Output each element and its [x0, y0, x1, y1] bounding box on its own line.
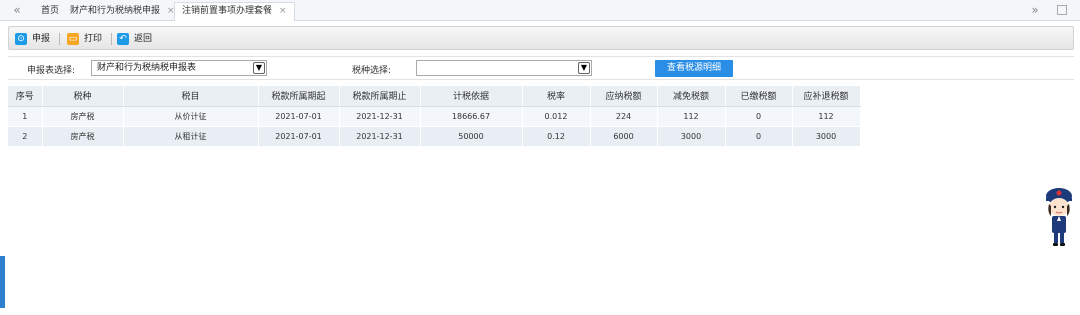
side-panel-handle[interactable] — [0, 256, 5, 308]
col-header-period-end[interactable]: 税款所属期止 — [339, 86, 421, 107]
tax-select-label: 税种选择: — [352, 66, 392, 76]
print-label: 打印 — [84, 34, 103, 44]
tab-deregistration-package[interactable]: 注销前置事项办理套餐 × — [174, 2, 295, 21]
table-row[interactable]: 1 房产税 从价计征 2021-07-01 2021-12-31 18666.6… — [8, 106, 861, 127]
col-header-index[interactable]: 序号 — [8, 86, 43, 107]
printer-icon: ▭ — [67, 33, 79, 45]
tax-select[interactable]: ▼ — [416, 60, 592, 76]
cell-tax-rate: 0.12 — [522, 126, 591, 147]
tax-return-table: 序号 税种 税目 税款所属期起 税款所属期止 计税依据 税率 应纳税额 减免税额… — [8, 86, 861, 147]
cell-index: 1 — [8, 106, 43, 127]
cell-tax-basis: 50000 — [420, 126, 523, 147]
declare-icon: ⊙ — [15, 33, 27, 45]
chevron-down-icon[interactable]: ▼ — [253, 62, 265, 74]
cell-index: 2 — [8, 126, 43, 147]
col-header-tax-rate[interactable]: 税率 — [522, 86, 591, 107]
cell-tax-paid: 0 — [725, 106, 793, 127]
cell-tax-paid: 0 — [725, 126, 793, 147]
tab-property-behavior-tax[interactable]: 财产和行为税纳税申报 × — [62, 2, 183, 21]
col-header-tax-item[interactable]: 税目 — [123, 86, 259, 107]
assistant-mascot-icon[interactable] — [1042, 186, 1076, 250]
cell-tax-basis: 18666.67 — [420, 106, 523, 127]
cell-tax-type: 房产税 — [42, 106, 124, 127]
cell-period-end: 2021-12-31 — [339, 106, 421, 127]
form-select-label: 申报表选择: — [27, 66, 76, 76]
cell-tax-item: 从价计征 — [123, 106, 259, 127]
cell-tax-relief: 3000 — [657, 126, 726, 147]
cell-tax-rate: 0.012 — [522, 106, 591, 127]
cell-tax-due: 112 — [792, 106, 861, 127]
double-chevron-right-icon[interactable]: » — [1028, 3, 1042, 17]
cell-tax-payable: 224 — [590, 106, 658, 127]
cell-period-end: 2021-12-31 — [339, 126, 421, 147]
view-tax-source-button[interactable]: 查看税源明细 — [655, 60, 733, 77]
back-button[interactable]: ↶ 返回 — [117, 31, 152, 47]
filter-bar: 申报表选择: 财产和行为税纳税申报表 ▼ 税种选择: ▼ 查看税源明细 — [8, 56, 1074, 80]
return-icon: ↶ — [117, 33, 129, 45]
toolbar-divider — [59, 33, 60, 45]
col-header-tax-basis[interactable]: 计税依据 — [420, 86, 523, 107]
cell-tax-item: 从租计征 — [123, 126, 259, 147]
col-header-tax-type[interactable]: 税种 — [42, 86, 124, 107]
col-header-tax-due[interactable]: 应补退税额 — [792, 86, 861, 107]
tab-label: 首页 — [41, 6, 60, 16]
cell-tax-relief: 112 — [657, 106, 726, 127]
cell-period-start: 2021-07-01 — [258, 106, 340, 127]
tab-label: 财产和行为税纳税申报 — [70, 6, 161, 16]
table-row[interactable]: 2 房产税 从租计征 2021-07-01 2021-12-31 50000 0… — [8, 126, 861, 147]
table-header-row: 序号 税种 税目 税款所属期起 税款所属期止 计税依据 税率 应纳税额 减免税额… — [8, 86, 861, 107]
chevron-down-icon[interactable]: ▼ — [578, 62, 590, 74]
col-header-tax-paid[interactable]: 已缴税额 — [725, 86, 793, 107]
back-label: 返回 — [134, 34, 153, 44]
tab-bar: « 首页 财产和行为税纳税申报 × 注销前置事项办理套餐 × » — [0, 0, 1080, 21]
cell-period-start: 2021-07-01 — [258, 126, 340, 147]
cell-tax-due: 3000 — [792, 126, 861, 147]
form-select[interactable]: 财产和行为税纳税申报表 ▼ — [91, 60, 267, 76]
tab-label: 注销前置事项办理套餐 — [182, 6, 273, 16]
cell-tax-payable: 6000 — [590, 126, 658, 147]
print-button[interactable]: ▭ 打印 — [67, 31, 102, 47]
form-select-value: 财产和行为税纳税申报表 — [97, 63, 197, 73]
declare-button[interactable]: ⊙ 申报 — [15, 31, 50, 47]
col-header-period-start[interactable]: 税款所属期起 — [258, 86, 340, 107]
col-header-tax-payable[interactable]: 应纳税额 — [590, 86, 658, 107]
col-header-tax-relief[interactable]: 减免税额 — [657, 86, 726, 107]
toolbar-divider — [111, 33, 112, 45]
cell-tax-type: 房产税 — [42, 126, 124, 147]
restore-icon[interactable] — [1057, 5, 1067, 15]
toolbar: ⊙ 申报 ▭ 打印 ↶ 返回 — [8, 26, 1074, 50]
declare-label: 申报 — [32, 34, 51, 44]
close-icon[interactable]: × — [279, 6, 287, 16]
double-chevron-left-icon[interactable]: « — [10, 3, 24, 17]
